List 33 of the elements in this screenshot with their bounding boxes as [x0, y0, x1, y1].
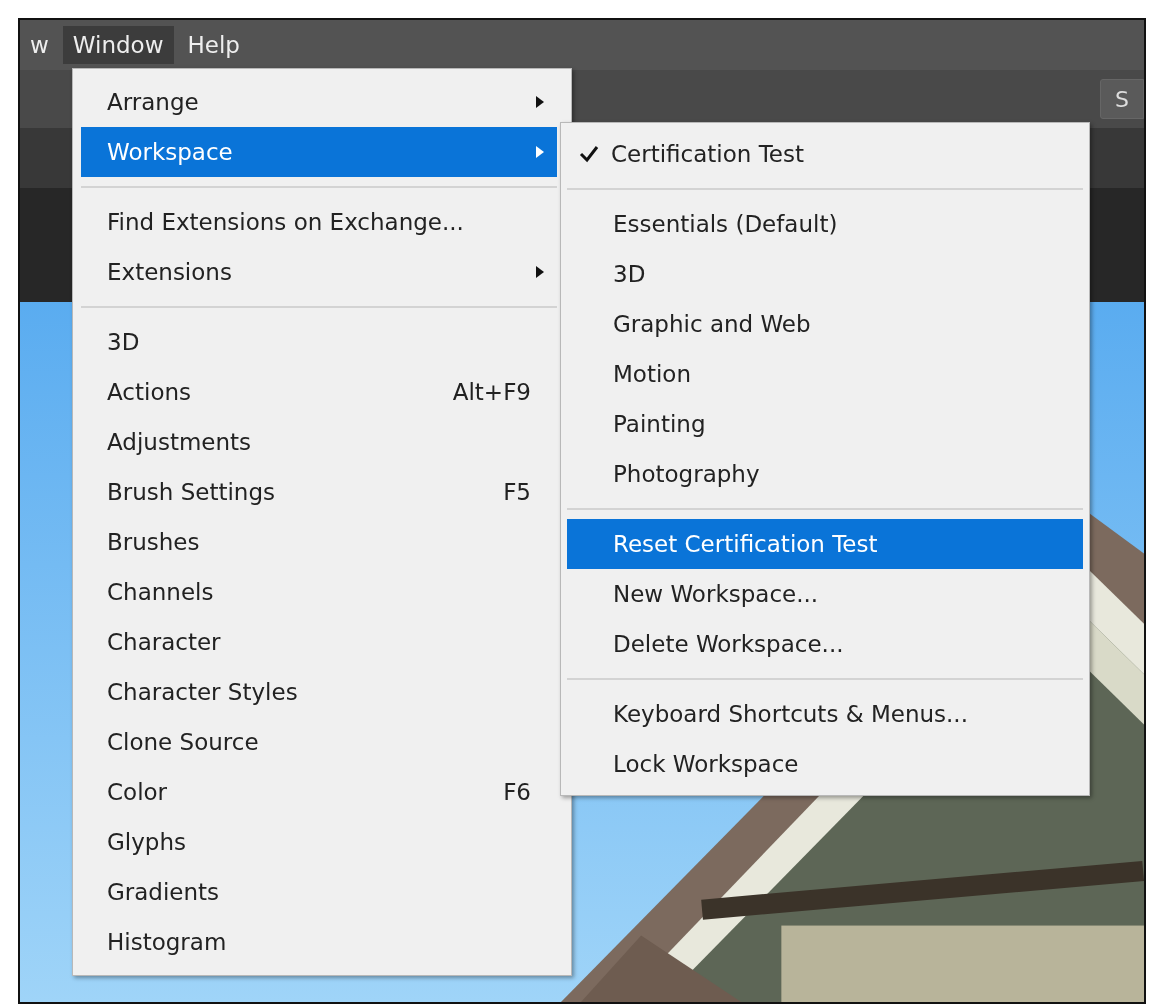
menu-bar-item[interactable]: Help: [177, 26, 250, 64]
menu-item[interactable]: Arrange: [81, 77, 557, 127]
menu-item[interactable]: Essentials (Default): [567, 199, 1083, 249]
menu-item[interactable]: Brushes: [81, 517, 557, 567]
menu-bar-item[interactable]: w: [20, 26, 59, 64]
menu-item[interactable]: Actions Alt+F9: [81, 367, 557, 417]
menu-item[interactable]: Glyphs: [81, 817, 557, 867]
menu-item[interactable]: New Workspace...: [567, 569, 1083, 619]
menu-item[interactable]: Motion: [567, 349, 1083, 399]
menu-item[interactable]: Gradients: [81, 867, 557, 917]
menu-item[interactable]: 3D: [567, 249, 1083, 299]
menu-item[interactable]: Brush Settings F5: [81, 467, 557, 517]
menu-item[interactable]: Extensions: [81, 247, 557, 297]
menu-item[interactable]: Painting: [567, 399, 1083, 449]
toolbar-button[interactable]: S: [1100, 79, 1144, 119]
menu-item[interactable]: Color F6: [81, 767, 557, 817]
menu-item[interactable]: Channels: [81, 567, 557, 617]
menu-item[interactable]: Lock Workspace: [567, 739, 1083, 789]
menu-item[interactable]: Delete Workspace...: [567, 619, 1083, 669]
menu-bar-item[interactable]: Window: [62, 26, 174, 64]
menu-item[interactable]: Adjustments: [81, 417, 557, 467]
menu-item[interactable]: Certification Test: [567, 129, 1083, 179]
menu-item[interactable]: Character Styles: [81, 667, 557, 717]
menu-item[interactable]: 3D: [81, 317, 557, 367]
menu-item[interactable]: Find Extensions on Exchange...: [81, 197, 557, 247]
menu-item[interactable]: Keyboard Shortcuts & Menus...: [567, 689, 1083, 739]
menu-item[interactable]: Reset Certification Test: [567, 519, 1083, 569]
menu-item[interactable]: Clone Source: [81, 717, 557, 767]
menu-item[interactable]: Photography: [567, 449, 1083, 499]
menu-item[interactable]: Character: [81, 617, 557, 667]
menu-item[interactable]: Workspace: [81, 127, 557, 177]
menu-item[interactable]: Histogram: [81, 917, 557, 967]
menu-item[interactable]: Graphic and Web: [567, 299, 1083, 349]
